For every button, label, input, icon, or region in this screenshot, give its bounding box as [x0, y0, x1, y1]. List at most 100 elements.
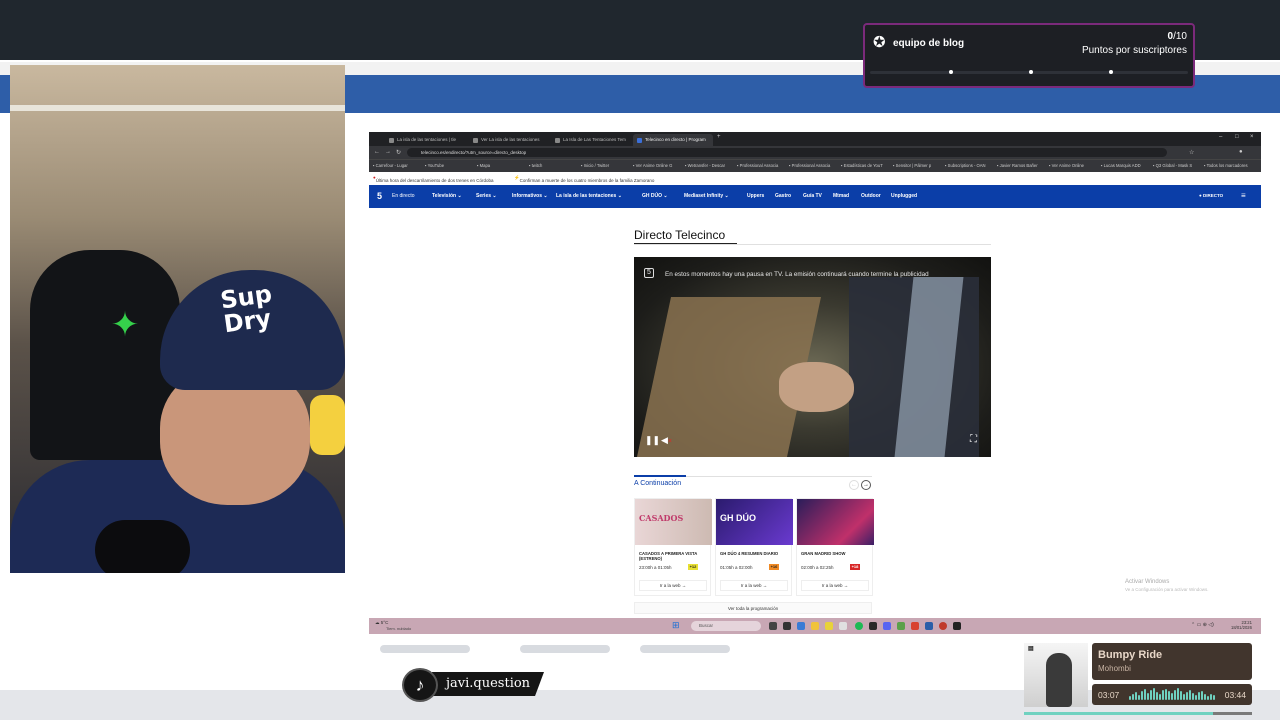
bookmark-item[interactable]: ▪ Mapa	[477, 163, 490, 168]
app-icon[interactable]	[925, 622, 933, 630]
prev-arrow-icon[interactable]: ←	[849, 480, 859, 490]
close-icon[interactable]: ×	[1250, 134, 1254, 140]
bookmark-item[interactable]: ▪ Subscriptions - OAN	[945, 163, 986, 168]
fullscreen-icon[interactable]: ⛶	[970, 434, 977, 445]
obs-icon[interactable]	[953, 622, 961, 630]
bookmark-item[interactable]: ▪ Ver Anime Online G	[633, 163, 672, 168]
bookmark-item[interactable]: ▪ Todos los marcadores	[1204, 163, 1248, 168]
app-icon[interactable]	[783, 622, 791, 630]
bookmark-item[interactable]: ▪ Professional Associa	[789, 163, 830, 168]
file-explorer-icon[interactable]	[811, 622, 819, 630]
profile-icon[interactable]: ●	[1239, 149, 1243, 155]
site-navigation: 5 En directo Televisión ⌄ Series ⌄ Informat…	[369, 185, 1261, 208]
schedule-card[interactable]: GRAN MADRID SHOW 02:00h a 02:25h +18 Ir …	[796, 498, 874, 596]
subscriber-goal-widget: ✪ equipo de blog 0/10 Puntos por suscrip…	[863, 23, 1195, 88]
schedule-card[interactable]: GH DÚO GH DÚO 4 RESUMEN DIARIO 01:05h a …	[715, 498, 793, 596]
card-thumb-text: CASADOS	[639, 513, 684, 523]
app-icon[interactable]	[825, 622, 833, 630]
live-button[interactable]: ● DIRECTO	[1199, 193, 1223, 198]
bookmark-item[interactable]: ▪ Inicio / Twitter	[581, 163, 609, 168]
waveform-bar	[1204, 694, 1206, 700]
ticker-item[interactable]: ● Última hora del descarrilamiento de do…	[373, 175, 494, 183]
app-icon[interactable]	[839, 622, 847, 630]
nav-item[interactable]: Informativos ⌄	[512, 193, 548, 199]
tiktok-badge: ♪ javi.question	[402, 668, 544, 702]
browser-tab[interactable]: La Isla de Las Tentaciones Tem	[551, 134, 631, 146]
browser-window: La isla de las tentaciones | tle Ver La …	[369, 132, 1261, 634]
minimize-icon[interactable]: –	[1219, 134, 1222, 140]
reload-icon[interactable]: ↻	[396, 149, 401, 156]
spotify-icon[interactable]	[855, 622, 863, 630]
view-all-schedule-button[interactable]: Ver toda la programación	[634, 602, 872, 614]
nav-item[interactable]: Mediaset Infinity ⌄	[684, 193, 729, 199]
card-web-button[interactable]: Ir a la web →	[720, 580, 788, 591]
nav-item[interactable]: Uppers	[747, 193, 764, 199]
bookmark-star-icon[interactable]: ☆	[1189, 149, 1194, 156]
nav-item[interactable]: Unplugged	[891, 193, 917, 199]
edge-icon[interactable]	[797, 622, 805, 630]
back-icon[interactable]: ←	[374, 149, 380, 155]
song-progress-fill	[1024, 712, 1214, 715]
age-rating-badge: +16	[769, 564, 779, 570]
bookmark-item[interactable]: ▪ Q3 Global - Mask S	[1153, 163, 1192, 168]
browser-tab[interactable]: La isla de las tentaciones | tle	[385, 134, 467, 146]
bookmark-item[interactable]: ▪ Javier Ramos Bañer	[997, 163, 1038, 168]
taskbar-clock[interactable]: 23:21 18/01/2026	[1231, 620, 1252, 630]
waveform-bar	[1177, 688, 1179, 700]
system-tray[interactable]: ⌃ ▭ ⊕ ◁)	[1191, 622, 1214, 628]
waveform-bar	[1198, 692, 1200, 700]
nav-item[interactable]: Gastro	[775, 193, 791, 199]
maximize-icon[interactable]: □	[1235, 134, 1239, 140]
waveform-bar	[1183, 694, 1185, 700]
card-title: GH DÚO 4 RESUMEN DIARIO	[720, 551, 779, 556]
goal-marker	[1029, 70, 1033, 74]
bookmark-item[interactable]: ▪ Professional Associa	[737, 163, 778, 168]
card-web-button[interactable]: Ir a la web →	[639, 580, 707, 591]
bookmark-item[interactable]: ▪ Ver Anime Online	[1049, 163, 1084, 168]
hamburger-menu-icon[interactable]: ≡	[1241, 191, 1246, 200]
bookmark-item[interactable]: ▪ Carrefour - Lugar	[373, 163, 408, 168]
plush-figure	[310, 395, 345, 455]
url-field[interactable]: telecinco.es/endirecto/?utm_source=direc…	[407, 148, 1167, 157]
discord-icon[interactable]	[883, 622, 891, 630]
album-art: ▤	[1024, 643, 1088, 707]
gaming-chair	[30, 250, 180, 460]
waveform-bar	[1144, 689, 1146, 700]
forward-icon[interactable]: →	[385, 149, 391, 155]
bookmark-item[interactable]: ▪ Wetransfer - Descar	[685, 163, 725, 168]
bookmark-item[interactable]: ▪ twitch	[529, 163, 542, 168]
new-tab-icon[interactable]: +	[717, 134, 721, 140]
app-icon[interactable]	[869, 622, 877, 630]
pause-icon[interactable]: ❚❚	[645, 435, 660, 446]
app-icon[interactable]	[911, 622, 919, 630]
nav-item[interactable]: Televisión ⌄	[432, 193, 462, 199]
ticker-item[interactable]: ⚡ Confirman a muerte de los cuatro miemb…	[514, 175, 654, 183]
browser-tab-active[interactable]: Telecinco en directo | Program	[633, 134, 713, 146]
bookmark-item[interactable]: ▪ YouTube	[425, 163, 444, 168]
nav-item[interactable]: En directo	[392, 193, 415, 199]
task-view-icon[interactable]	[769, 622, 777, 630]
next-arrow-icon[interactable]: →	[861, 480, 871, 490]
chrome-icon[interactable]	[939, 622, 947, 630]
bookmark-item[interactable]: ▪ Lucas Marquis ADD	[1101, 163, 1141, 168]
windows-start-icon[interactable]: ⊞	[672, 621, 681, 630]
nav-item[interactable]: Outdoor	[861, 193, 881, 199]
nav-item[interactable]: Guía TV	[803, 193, 822, 199]
card-web-button[interactable]: Ir a la web →	[801, 580, 869, 591]
browser-tab[interactable]: Ver La isla de las tentaciones	[469, 134, 549, 146]
nav-item[interactable]: Mtmad	[833, 193, 849, 199]
waveform-bar	[1210, 694, 1212, 700]
taskbar-search[interactable]: Buscar	[691, 621, 761, 631]
schedule-card[interactable]: CASADOS CASADOS A PRIMERA VISTA (ESTRENO…	[634, 498, 712, 596]
bookmark-item[interactable]: ▪ Sensitor | Pálmer p	[893, 163, 931, 168]
video-player[interactable]: 5 En estos momentos hay una pausa en TV.…	[634, 257, 991, 457]
telecinco-logo[interactable]: 5	[377, 191, 382, 201]
song-title: Bumpy Ride	[1098, 649, 1163, 661]
nav-item[interactable]: Series ⌄	[476, 193, 497, 199]
card-thumbnail	[797, 499, 874, 545]
mute-icon[interactable]: ◀×	[661, 435, 672, 446]
nav-item[interactable]: GH DÚO ⌄	[642, 193, 668, 199]
nav-item[interactable]: La isla de las tentaciones ⌄	[556, 193, 622, 199]
app-icon[interactable]	[897, 622, 905, 630]
bookmark-item[interactable]: ▪ Estadísticas de YouT	[841, 163, 883, 168]
